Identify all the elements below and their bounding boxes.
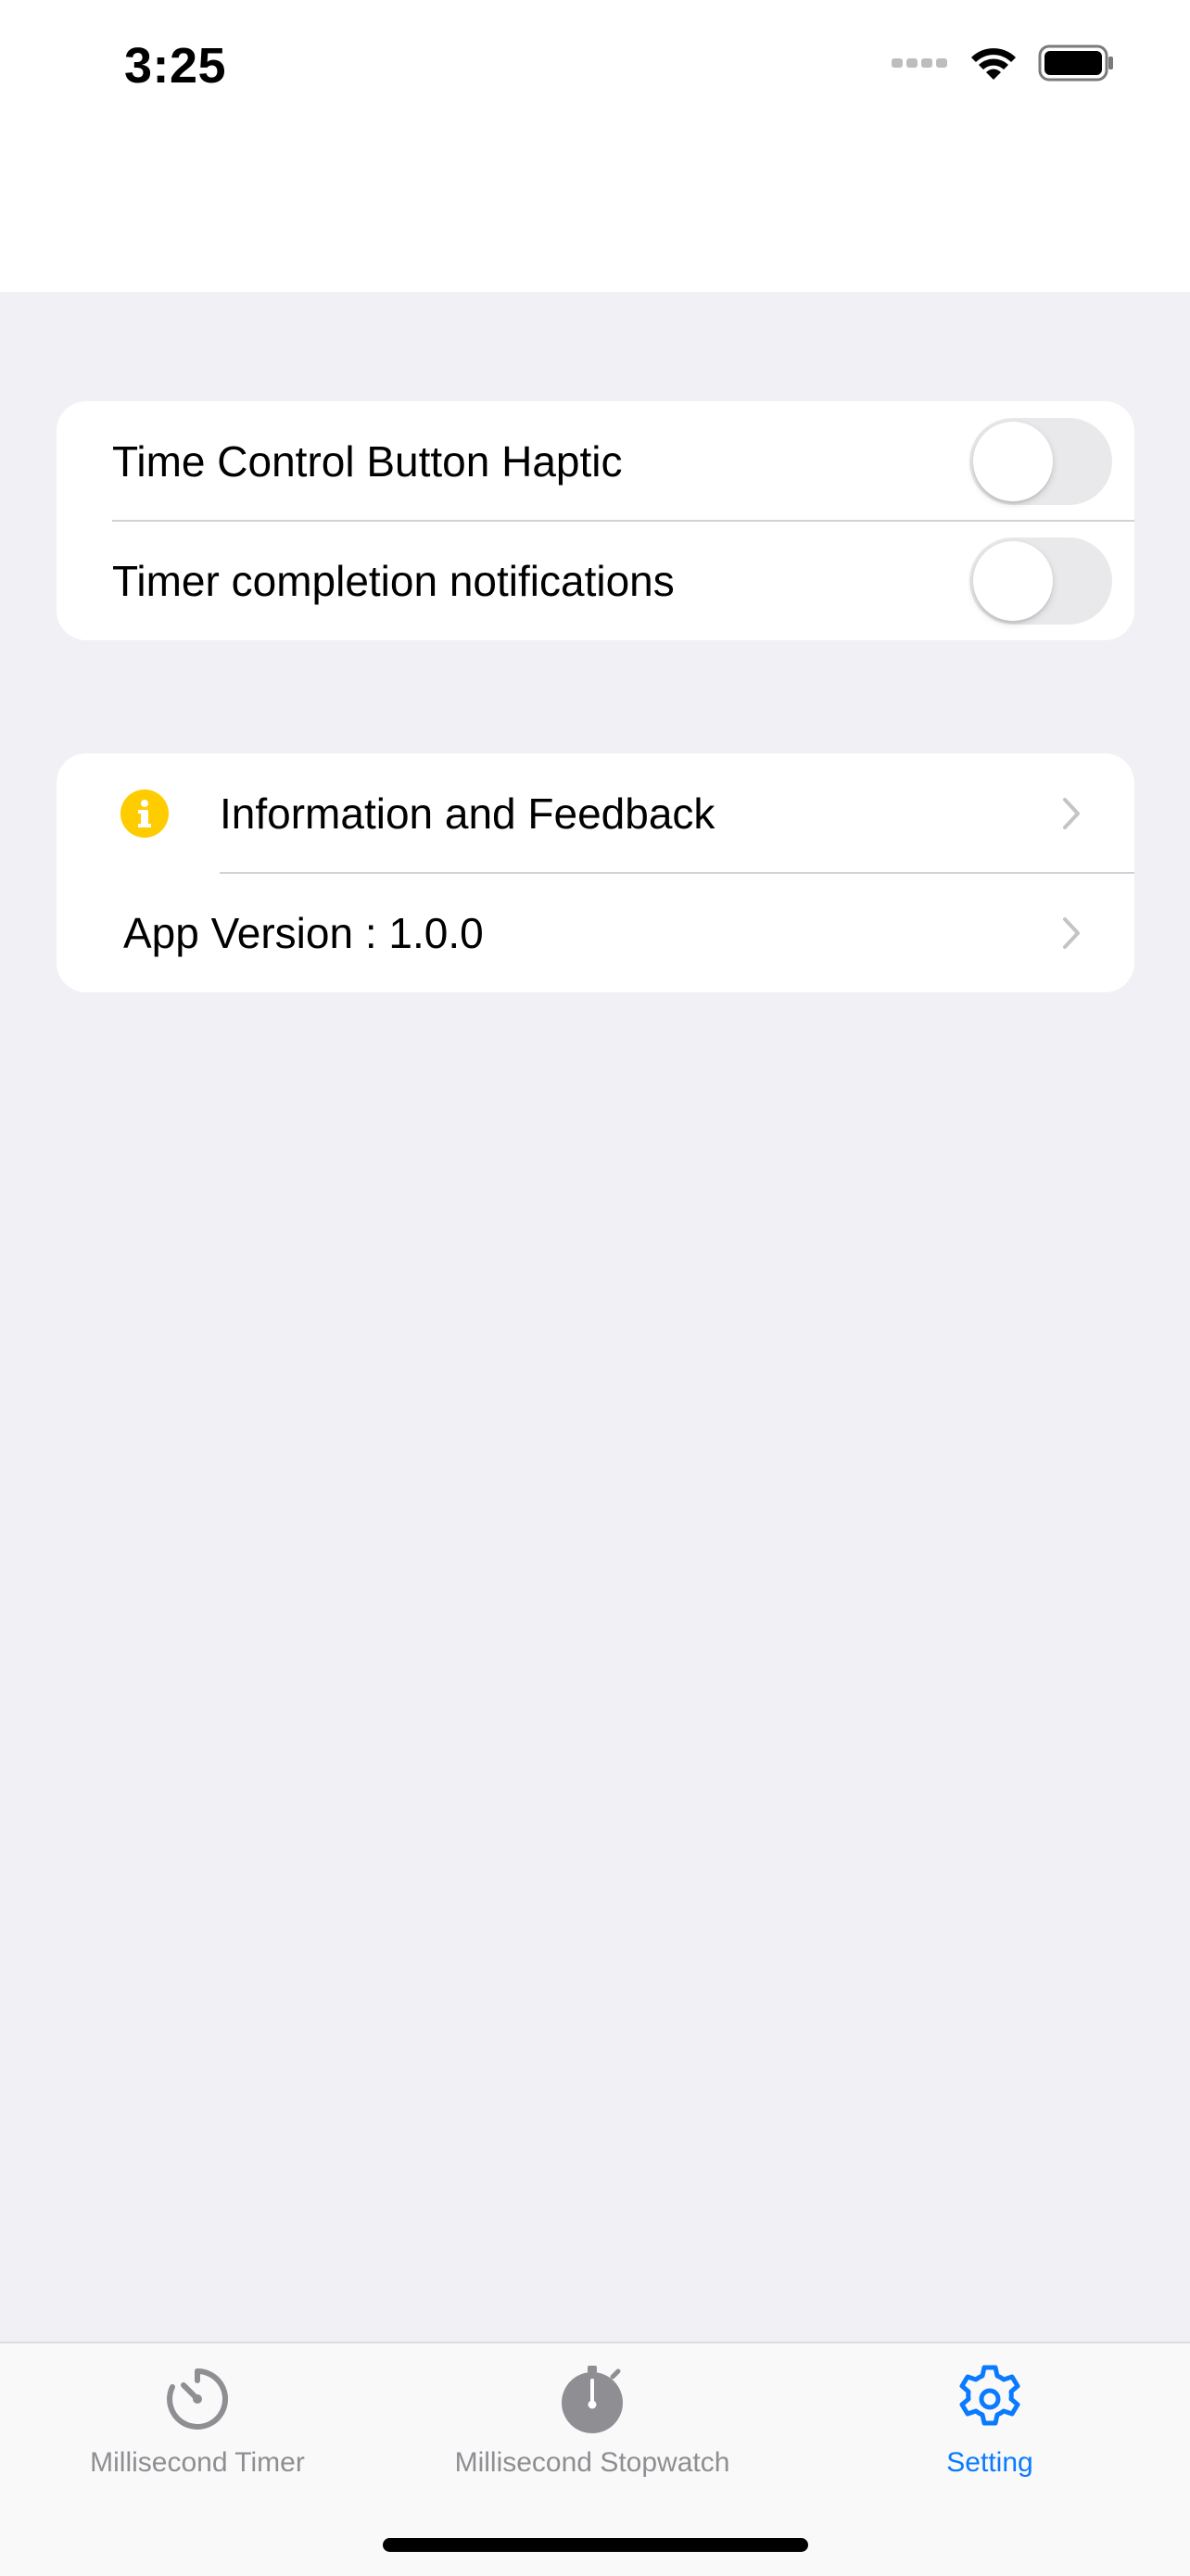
gear-icon <box>959 2365 1020 2426</box>
tab-label: Setting <box>946 2447 1033 2478</box>
haptic-toggle[interactable] <box>969 417 1112 505</box>
haptic-row[interactable]: Time Control Button Haptic <box>57 401 1134 521</box>
status-icons <box>892 44 1114 82</box>
settings-card: Time Control Button Haptic Timer complet… <box>57 401 1134 640</box>
app-version-row[interactable]: App Version : 1.0.0 <box>57 873 1134 992</box>
stopwatch-icon <box>562 2366 623 2433</box>
app-version-label: App Version : 1.0.0 <box>123 908 484 957</box>
information-feedback-row[interactable]: Information and Feedback <box>57 753 1134 873</box>
timer-icon <box>167 2368 228 2430</box>
wifi-icon <box>971 48 1016 80</box>
notifications-row[interactable]: Timer completion notifications <box>57 521 1134 640</box>
tab-millisecond-timer[interactable]: Millisecond Timer <box>77 2362 318 2479</box>
toggle-knob <box>973 540 1053 621</box>
battery-icon <box>1038 44 1113 82</box>
tab-millisecond-stopwatch[interactable]: Millisecond Stopwatch <box>425 2362 759 2479</box>
tab-setting[interactable]: Setting <box>925 2362 1055 2479</box>
status-time: 3:25 <box>124 38 227 94</box>
info-card: Information and Feedback App Version : 1… <box>57 753 1134 992</box>
information-feedback-label: Information and Feedback <box>220 789 715 838</box>
tab-label: Millisecond Stopwatch <box>454 2447 730 2478</box>
home-indicator[interactable] <box>383 2538 808 2552</box>
tab-label: Millisecond Timer <box>90 2447 305 2478</box>
chevron-right-icon <box>1063 916 1080 949</box>
info-icon <box>120 789 169 838</box>
toggle-knob <box>973 421 1053 501</box>
chevron-right-icon <box>1063 797 1080 829</box>
signal-icon <box>892 58 947 68</box>
notifications-label: Timer completion notifications <box>112 556 675 605</box>
tab-bar: Millisecond Timer Millisecond Stopwatch … <box>0 2342 1190 2576</box>
haptic-label: Time Control Button Haptic <box>112 436 623 486</box>
notifications-toggle[interactable] <box>969 537 1112 625</box>
status-bar: 3:25 <box>0 0 1190 292</box>
